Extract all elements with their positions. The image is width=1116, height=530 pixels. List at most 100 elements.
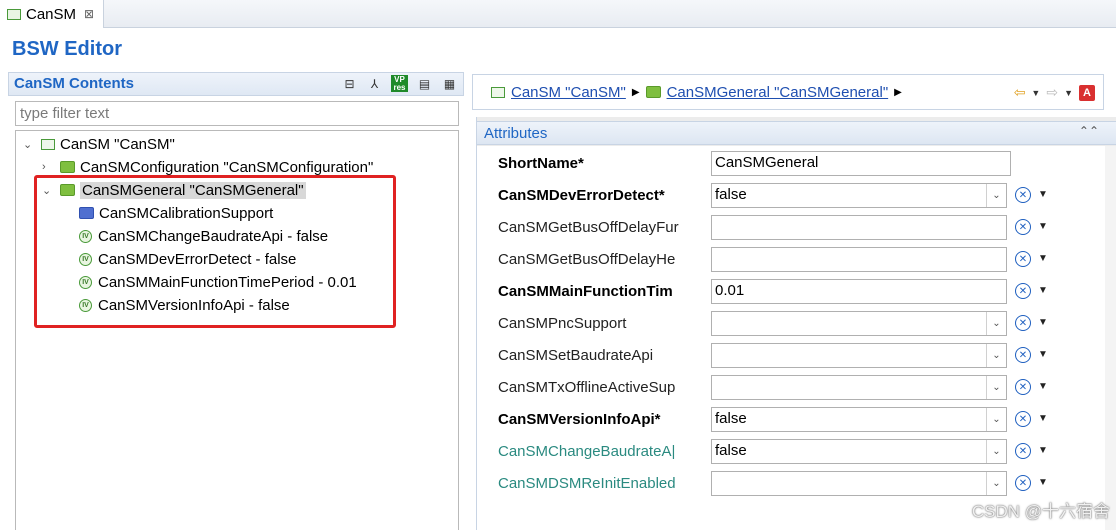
- attribute-label: CanSMSetBaudrateApi: [498, 347, 654, 364]
- get-bus-off-delay-function-field[interactable]: [711, 215, 1007, 240]
- attribute-label: CanSMDSMReInitEnabled: [498, 475, 676, 492]
- reset-default-icon[interactable]: ✕: [1015, 315, 1031, 331]
- reset-default-icon[interactable]: ✕: [1015, 187, 1031, 203]
- attributes-title: Attributes: [484, 125, 548, 142]
- chevron-down-icon[interactable]: ▼: [1038, 413, 1048, 424]
- breadcrumb: CanSM "CanSM" ▶ CanSMGeneral "CanSMGener…: [472, 74, 1104, 110]
- collapse-all-icon[interactable]: ⊟: [341, 75, 358, 92]
- reset-default-icon[interactable]: ✕: [1015, 283, 1031, 299]
- chevron-down-icon[interactable]: ⌄: [986, 472, 1006, 495]
- back-arrow-icon[interactable]: ⇦: [1014, 84, 1026, 101]
- attributes-form: ShortName* CanSMGeneral CanSMDevErrorDet…: [477, 146, 1105, 530]
- contents-title: CanSM Contents: [14, 75, 134, 92]
- tab-label: CanSM: [26, 5, 77, 23]
- attribute-label: CanSMDevErrorDetect*: [498, 187, 665, 204]
- chevron-down-icon[interactable]: ⌄: [986, 440, 1006, 463]
- main-function-time-period-field[interactable]: 0.01: [711, 279, 1007, 304]
- variant-resource-icon[interactable]: VP res: [391, 75, 408, 92]
- collapsed-twisty-icon[interactable]: ›: [42, 161, 56, 173]
- tree-node-cansm[interactable]: ⌄ CanSM "CanSM": [23, 133, 175, 155]
- shortname-field[interactable]: CanSMGeneral: [711, 151, 1011, 176]
- attribute-label: CanSMMainFunctionTim: [498, 283, 673, 300]
- error-marker-icon[interactable]: A: [1079, 84, 1095, 101]
- attribute-row-set-baudrate-api: CanSMSetBaudrateApi ⌄ ✕ ▼: [477, 340, 1105, 372]
- folder-icon: [645, 86, 661, 98]
- module-icon: [41, 138, 55, 150]
- chevron-down-icon[interactable]: ⌄: [986, 344, 1006, 367]
- attribute-row-dsm-reinit-enabled: CanSMDSMReInitEnabled ⌄ ✕ ▼: [477, 468, 1105, 500]
- close-icon[interactable]: ⊠: [84, 7, 94, 21]
- attribute-row-change-baudrate-api: CanSMChangeBaudrateA| false ⌄ ✕ ▼: [477, 436, 1105, 468]
- chevron-down-icon[interactable]: ⌄: [986, 376, 1006, 399]
- forward-arrow-icon[interactable]: ⇨: [1046, 84, 1058, 101]
- select-value: false: [715, 410, 747, 427]
- attribute-row-version-info-api: CanSMVersionInfoApi* false ⌄ ✕ ▼: [477, 404, 1105, 436]
- reset-default-icon[interactable]: ✕: [1015, 347, 1031, 363]
- chevron-down-icon[interactable]: ▼: [1038, 253, 1048, 264]
- attribute-label: CanSMTxOfflineActiveSup: [498, 379, 676, 396]
- attribute-row-get-bus-off-delay-function: CanSMGetBusOffDelayFur ✕ ▼: [477, 212, 1105, 244]
- set-baudrate-api-select[interactable]: ⌄: [711, 343, 1007, 368]
- folder-icon: [60, 161, 75, 173]
- chevron-down-icon[interactable]: ▼: [1064, 88, 1073, 98]
- reset-default-icon[interactable]: ✕: [1015, 379, 1031, 395]
- reset-default-icon[interactable]: ✕: [1015, 475, 1031, 491]
- chevron-down-icon[interactable]: ▼: [1038, 317, 1048, 328]
- pnc-support-select[interactable]: ⌄: [711, 311, 1007, 336]
- reset-default-icon[interactable]: ✕: [1015, 251, 1031, 267]
- attribute-label: CanSMGetBusOffDelayHe: [498, 251, 676, 268]
- tree-filter-input[interactable]: [15, 101, 459, 126]
- dsm-reinit-enabled-select[interactable]: ⌄: [711, 471, 1007, 496]
- attribute-row-shortname: ShortName* CanSMGeneral: [477, 148, 1105, 180]
- chevron-down-icon[interactable]: ⌄: [986, 312, 1006, 335]
- breadcrumb-arrow-icon[interactable]: ▶: [632, 87, 640, 98]
- attribute-label: CanSMChangeBaudrateA|: [498, 443, 676, 460]
- chevron-down-icon[interactable]: ▼: [1038, 445, 1048, 456]
- breadcrumb-item-cansm-general[interactable]: CanSMGeneral "CanSMGeneral": [667, 84, 889, 101]
- attribute-label: ShortName*: [498, 155, 584, 172]
- dev-error-detect-select[interactable]: false ⌄: [711, 183, 1007, 208]
- table-view-icon[interactable]: ▦: [441, 75, 458, 92]
- reset-default-icon[interactable]: ✕: [1015, 443, 1031, 459]
- document-icon[interactable]: ▤: [416, 75, 433, 92]
- chevron-down-icon[interactable]: ⌄: [986, 184, 1006, 207]
- module-icon: [491, 86, 505, 98]
- change-baudrate-api-select[interactable]: false ⌄: [711, 439, 1007, 464]
- breadcrumb-arrow-icon[interactable]: ▶: [894, 87, 902, 98]
- chevron-down-icon[interactable]: ▼: [1038, 349, 1048, 360]
- contents-header: CanSM Contents ⊟ ⅄ VP res ▤ ▦: [8, 72, 464, 96]
- attributes-panel: Attributes ⌃⌃ ShortName* CanSMGeneral Ca…: [476, 117, 1116, 530]
- hierarchy-icon[interactable]: ⅄: [366, 75, 383, 92]
- vertical-scrollbar[interactable]: [1105, 146, 1116, 530]
- breadcrumb-item-cansm[interactable]: CanSM "CanSM": [511, 84, 626, 101]
- attribute-row-tx-offline-active-support: CanSMTxOfflineActiveSup ⌄ ✕ ▼: [477, 372, 1105, 404]
- chevron-down-icon[interactable]: ▼: [1038, 285, 1048, 296]
- watermark: CSDN @十六宿舍: [971, 502, 1110, 521]
- tab-cansm[interactable]: CanSM ⊠: [0, 0, 104, 28]
- chevron-down-icon[interactable]: ▼: [1038, 381, 1048, 392]
- editor-title: BSW Editor: [12, 38, 122, 60]
- reset-default-icon[interactable]: ✕: [1015, 219, 1031, 235]
- attribute-row-pnc-support: CanSMPncSupport ⌄ ✕ ▼: [477, 308, 1105, 340]
- attribute-row-dev-error-detect: CanSMDevErrorDetect* false ⌄ ✕ ▼: [477, 180, 1105, 212]
- chevron-down-icon[interactable]: ▼: [1031, 88, 1040, 98]
- attribute-row-main-function-time-period: CanSMMainFunctionTim 0.01 ✕ ▼: [477, 276, 1105, 308]
- module-icon: [7, 8, 21, 20]
- chevron-down-icon[interactable]: ▼: [1038, 477, 1048, 488]
- select-value: false: [715, 442, 747, 459]
- get-bus-off-delay-header-field[interactable]: [711, 247, 1007, 272]
- select-value: false: [715, 186, 747, 203]
- version-info-api-select[interactable]: false ⌄: [711, 407, 1007, 432]
- tree-node-label: CanSM "CanSM": [60, 135, 175, 153]
- chevron-down-icon[interactable]: ▼: [1038, 221, 1048, 232]
- attributes-header: Attributes ⌃⌃: [477, 121, 1116, 145]
- collapse-section-icon[interactable]: ⌃⌃: [1079, 124, 1099, 138]
- reset-default-icon[interactable]: ✕: [1015, 411, 1031, 427]
- chevron-down-icon[interactable]: ⌄: [986, 408, 1006, 431]
- tree-node-label: CanSMConfiguration "CanSMConfiguration": [80, 158, 374, 176]
- attribute-label: CanSMPncSupport: [498, 315, 627, 332]
- expand-twisty-icon[interactable]: ⌄: [23, 138, 37, 151]
- attribute-label: CanSMVersionInfoApi*: [498, 411, 661, 428]
- chevron-down-icon[interactable]: ▼: [1038, 189, 1048, 200]
- tx-offline-active-support-select[interactable]: ⌄: [711, 375, 1007, 400]
